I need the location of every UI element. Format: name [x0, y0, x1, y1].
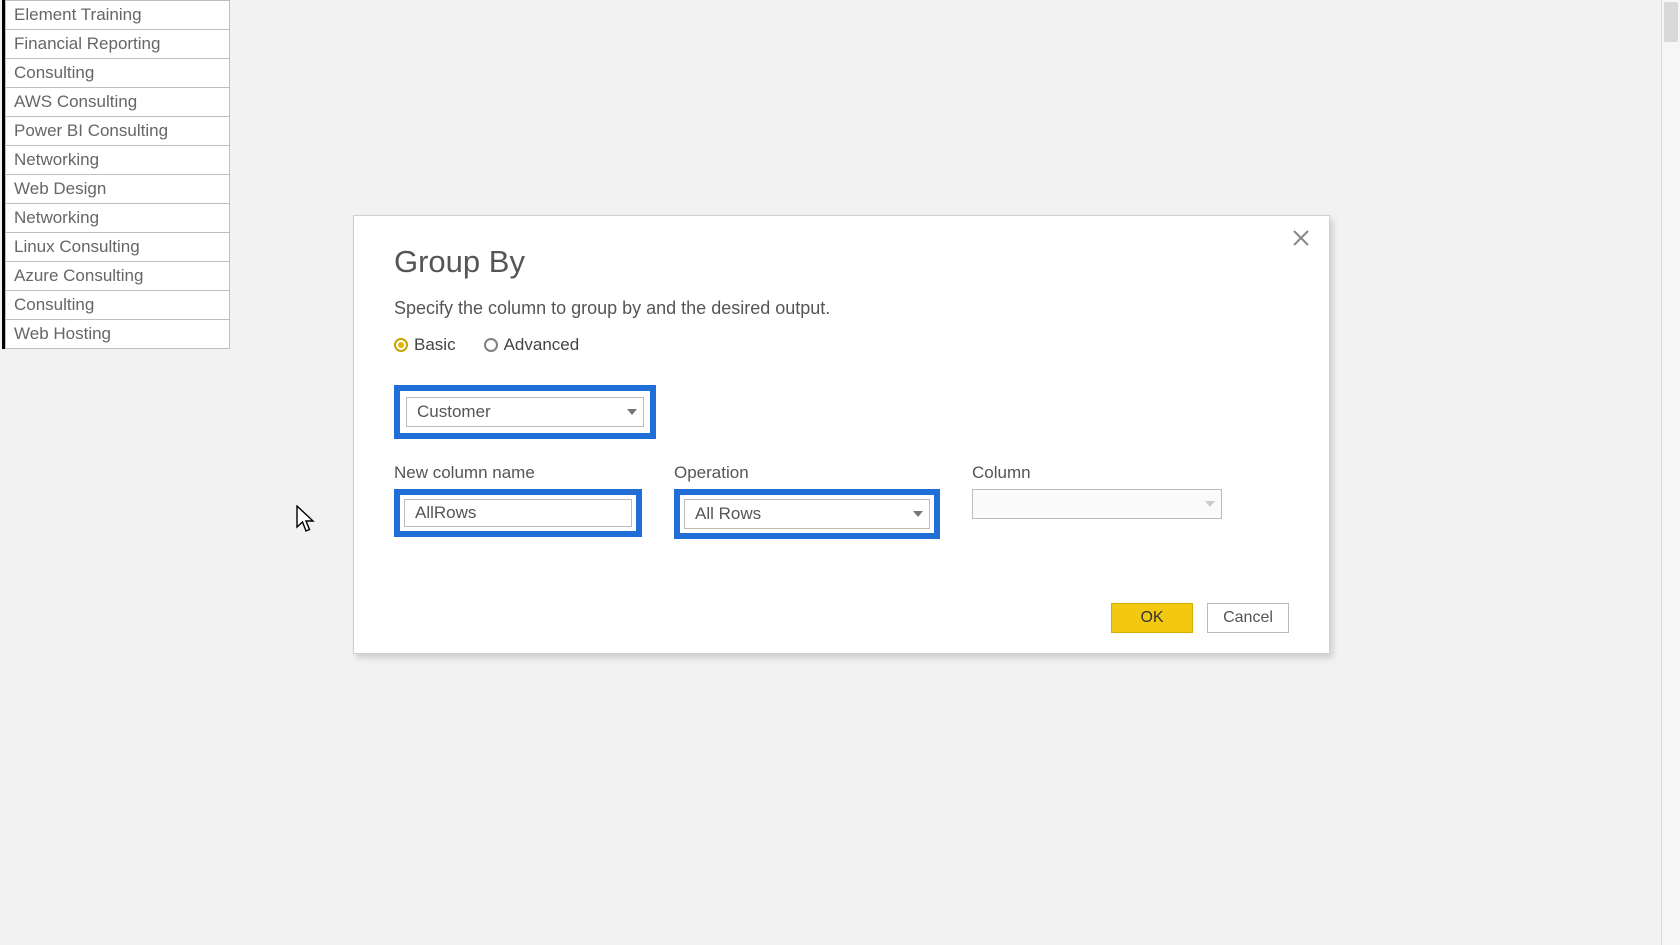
- table-cell[interactable]: AWS Consulting: [5, 88, 230, 117]
- operation-dropdown[interactable]: All Rows: [684, 499, 930, 529]
- radio-label: Basic: [414, 335, 456, 355]
- table-column: Element TrainingFinancial ReportingConsu…: [2, 0, 230, 349]
- table-cell[interactable]: Consulting: [5, 59, 230, 88]
- table-cell[interactable]: Power BI Consulting: [5, 117, 230, 146]
- new-column-name-input[interactable]: [404, 499, 632, 527]
- group-by-dialog: Group By Specify the column to group by …: [353, 215, 1330, 654]
- table-cell[interactable]: Azure Consulting: [5, 262, 230, 291]
- table-cell[interactable]: Web Design: [5, 175, 230, 204]
- radio-icon: [484, 338, 498, 352]
- close-button[interactable]: [1287, 226, 1315, 254]
- cancel-button[interactable]: Cancel: [1207, 603, 1289, 633]
- radio-basic[interactable]: Basic: [394, 335, 456, 355]
- highlight-box: [394, 489, 642, 537]
- table-cell[interactable]: Networking: [5, 146, 230, 175]
- ok-button[interactable]: OK: [1111, 603, 1193, 633]
- operation-label: Operation: [674, 463, 940, 483]
- dialog-subtitle: Specify the column to group by and the d…: [394, 298, 1289, 319]
- highlight-box: Customer: [394, 385, 656, 439]
- dropdown-value: All Rows: [695, 504, 761, 524]
- close-icon: [1292, 227, 1310, 252]
- mouse-cursor-icon: [296, 505, 316, 538]
- table-cell[interactable]: Networking: [5, 204, 230, 233]
- vertical-scrollbar[interactable]: [1661, 0, 1680, 945]
- radio-icon: [394, 338, 408, 352]
- chevron-down-icon: [627, 409, 637, 415]
- table-cell[interactable]: Linux Consulting: [5, 233, 230, 262]
- new-column-label: New column name: [394, 463, 642, 483]
- chevron-down-icon: [1205, 501, 1215, 507]
- table-cell[interactable]: Consulting: [5, 291, 230, 320]
- column-dropdown[interactable]: [972, 489, 1222, 519]
- table-cell[interactable]: Web Hosting: [5, 320, 230, 349]
- table-cell[interactable]: Financial Reporting: [5, 30, 230, 59]
- mode-radio-group: Basic Advanced: [394, 335, 1289, 355]
- radio-label: Advanced: [504, 335, 580, 355]
- column-label: Column: [972, 463, 1222, 483]
- highlight-box: All Rows: [674, 489, 940, 539]
- radio-advanced[interactable]: Advanced: [484, 335, 580, 355]
- dropdown-value: Customer: [417, 402, 491, 422]
- chevron-down-icon: [913, 511, 923, 517]
- table-cell[interactable]: Element Training: [5, 0, 230, 30]
- scrollbar-thumb[interactable]: [1664, 2, 1678, 42]
- groupby-column-dropdown[interactable]: Customer: [406, 397, 644, 427]
- dialog-title: Group By: [394, 244, 1289, 280]
